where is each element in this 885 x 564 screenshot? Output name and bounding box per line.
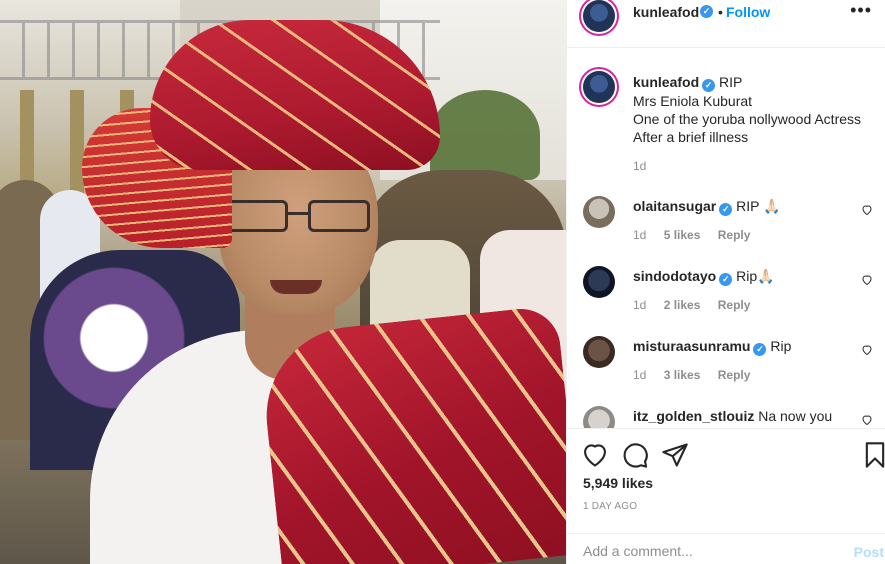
photo-tree	[430, 90, 540, 180]
commenter-avatar[interactable]	[583, 336, 615, 368]
post-timestamp[interactable]: 1 DAY AGO	[583, 501, 637, 512]
commenter-avatar[interactable]	[583, 266, 615, 298]
verified-badge-icon: ✓	[719, 203, 733, 216]
post-photo[interactable]	[0, 0, 566, 564]
separator-dot: •	[718, 4, 723, 20]
comment-item: itz_golden_stlouiz Na now you	[583, 406, 873, 428]
caption-body: kunleafod ✓ RIP Mrs Eniola Kuburat One of…	[633, 73, 873, 146]
caption-author-username[interactable]: kunleafod	[633, 74, 699, 90]
comment-body: RIP 🙏🏻	[736, 198, 781, 214]
photo-glasses-right	[308, 200, 370, 232]
comment-likes[interactable]: 2 likes	[664, 298, 701, 312]
photo-glasses-bridge	[286, 212, 310, 215]
comment-like-heart-icon[interactable]	[861, 274, 873, 286]
comment-body: Rip	[770, 338, 792, 354]
commenter-avatar[interactable]	[583, 196, 615, 228]
comment-text: itz_golden_stlouiz Na now you	[633, 408, 832, 424]
comment-time[interactable]: 1d	[633, 228, 646, 242]
author-avatar[interactable]	[583, 0, 615, 32]
comment-likes[interactable]: 5 likes	[664, 228, 701, 242]
comment-meta: 1d 5 likes Reply	[633, 228, 764, 242]
comment-reply-button[interactable]: Reply	[718, 368, 751, 382]
comment-time[interactable]: 1d	[633, 298, 646, 312]
like-heart-icon[interactable]	[581, 441, 609, 469]
add-comment-input[interactable]	[583, 540, 833, 562]
commenter-username[interactable]: itz_golden_stlouiz	[633, 408, 754, 424]
comment-like-heart-icon[interactable]	[861, 344, 873, 356]
commenter-username[interactable]: sindodotayo	[633, 268, 716, 284]
more-options-icon[interactable]: •••	[850, 0, 872, 20]
post-comment-button[interactable]: Post	[854, 544, 884, 560]
commenter-username[interactable]: olaitansugar	[633, 198, 716, 214]
photo-glasses-left	[226, 200, 288, 232]
post-actions: 5,949 likes 1 DAY AGO	[567, 428, 885, 548]
verified-badge-icon: ✓	[702, 79, 716, 92]
comment-likes[interactable]: 3 likes	[664, 368, 701, 382]
verified-badge-icon: ✓	[753, 343, 767, 356]
caption-line-2: Mrs Eniola Kuburat	[633, 93, 753, 109]
comment-meta: 1d 3 likes Reply	[633, 368, 764, 382]
share-paper-plane-icon[interactable]	[661, 441, 689, 469]
comment-text: misturaasunramu ✓ Rip	[633, 338, 791, 356]
comment-text: sindodotayo ✓ Rip🙏🏻	[633, 268, 775, 286]
caption-line-3: One of the yoruba nollywood Actress	[633, 111, 862, 127]
caption-line-4: After a brief illness	[633, 129, 749, 145]
photo-red-shawl	[257, 305, 566, 564]
caption-timestamp[interactable]: 1d	[633, 159, 646, 173]
post-side-panel: kunleafod ✓ • Follow ••• kunleafod ✓ RIP …	[566, 0, 885, 564]
comment-like-heart-icon[interactable]	[861, 204, 873, 216]
comments-list[interactable]: kunleafod ✓ RIP Mrs Eniola Kuburat One of…	[567, 49, 885, 428]
comment-item: misturaasunramu ✓ Rip 1d 3 likes Reply	[583, 336, 873, 398]
comment-item: sindodotayo ✓ Rip🙏🏻 1d 2 likes Reply	[583, 266, 873, 328]
save-bookmark-icon[interactable]	[861, 441, 885, 469]
comment-meta: 1d 2 likes Reply	[633, 298, 764, 312]
commenter-username[interactable]: misturaasunramu	[633, 338, 750, 354]
comment-text: olaitansugar ✓ RIP 🙏🏻	[633, 198, 781, 216]
commenter-avatar[interactable]	[583, 406, 615, 428]
comment-reply-button[interactable]: Reply	[718, 298, 751, 312]
author-username[interactable]: kunleafod	[633, 4, 699, 20]
caption-line-1: RIP	[719, 74, 743, 90]
comment-item: olaitansugar ✓ RIP 🙏🏻 1d 5 likes Reply	[583, 196, 873, 258]
comment-reply-button[interactable]: Reply	[718, 228, 751, 242]
comment-like-heart-icon[interactable]	[861, 414, 873, 426]
verified-badge-icon: ✓	[700, 5, 713, 18]
comment-time[interactable]: 1d	[633, 368, 646, 382]
post-header: kunleafod ✓ • Follow •••	[567, 0, 885, 48]
comment-bubble-icon[interactable]	[621, 441, 649, 469]
comment-body: Rip🙏🏻	[736, 268, 775, 284]
photo-smile	[270, 280, 322, 294]
follow-button[interactable]: Follow	[726, 4, 770, 20]
add-comment-bar: Post	[567, 533, 885, 564]
post-like-count[interactable]: 5,949 likes	[583, 475, 653, 491]
verified-badge-icon: ✓	[719, 273, 733, 286]
comment-body: Na now you	[758, 408, 833, 424]
caption-author-avatar[interactable]	[583, 71, 615, 103]
